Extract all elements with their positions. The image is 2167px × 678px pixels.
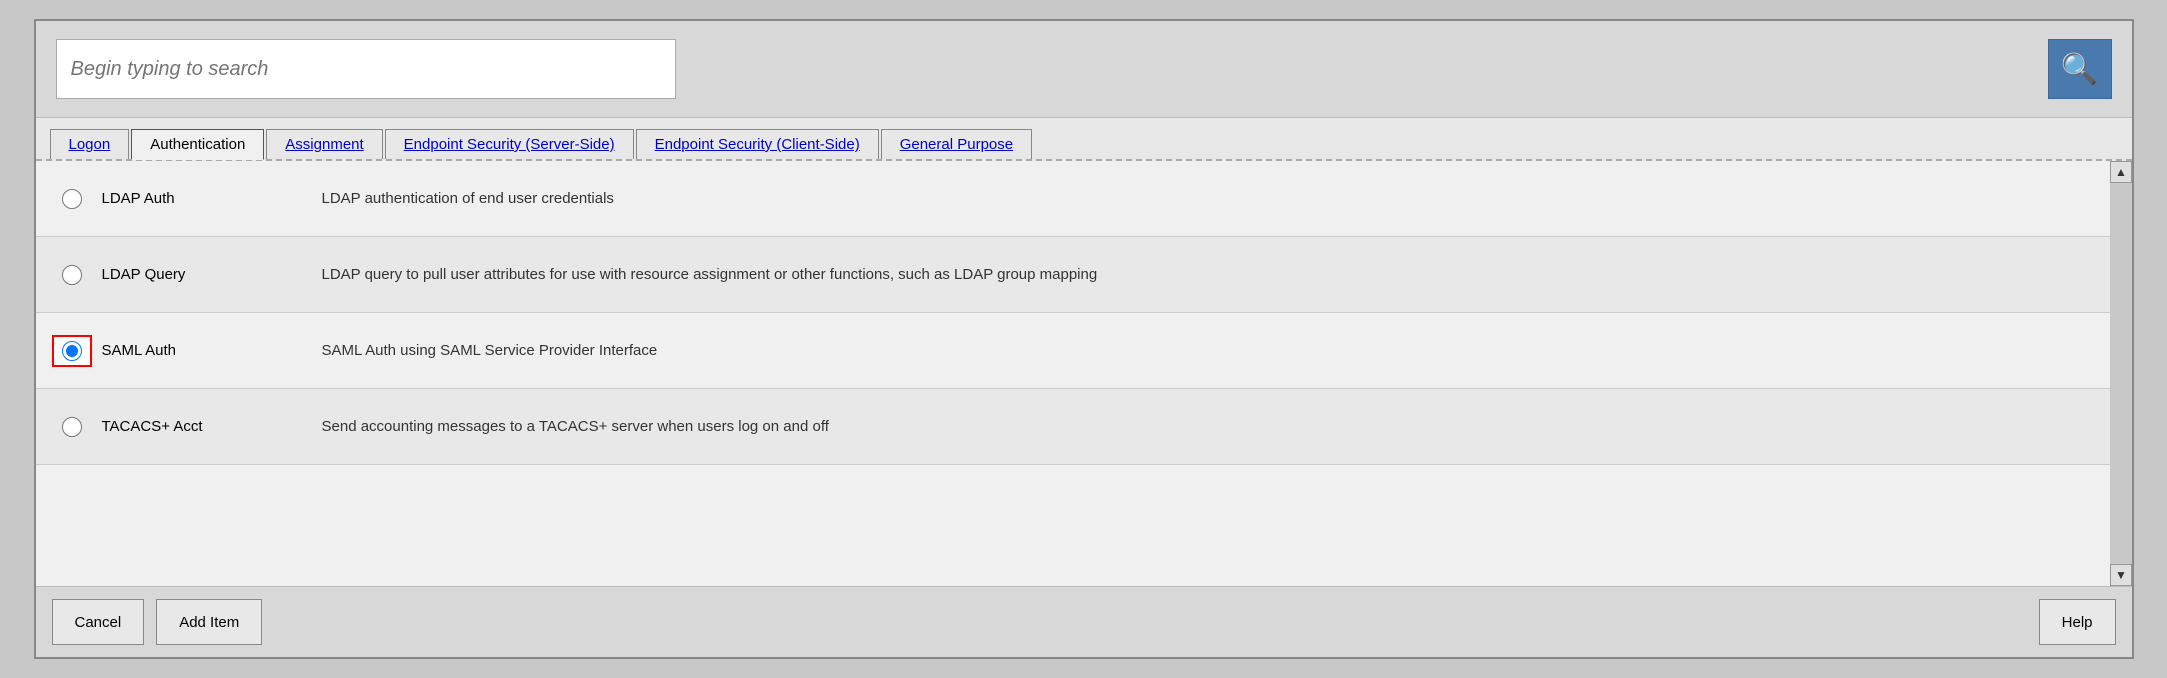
radio-saml-auth[interactable] (62, 341, 82, 361)
radio-ldap-auth[interactable] (62, 189, 82, 209)
dialog: 🔍 Logon Authentication Assignment Endpoi… (34, 19, 2134, 659)
tabs-area: Logon Authentication Assignment Endpoint… (36, 118, 2132, 161)
radio-wrapper-tacacs[interactable] (52, 417, 92, 437)
item-desc-saml-auth: SAML Auth using SAML Service Provider In… (292, 342, 2094, 359)
help-button[interactable]: Help (2039, 599, 2116, 645)
cancel-button[interactable]: Cancel (52, 599, 145, 645)
footer: Cancel Add Item Help (36, 586, 2132, 657)
radio-ldap-query[interactable] (62, 265, 82, 285)
item-name-saml-auth: SAML Auth (92, 342, 292, 359)
scrollbar: ▲ ▼ (2110, 161, 2132, 586)
item-name-tacacs: TACACS+ Acct (92, 418, 292, 435)
radio-wrapper-ldap-query[interactable] (52, 265, 92, 285)
add-item-button[interactable]: Add Item (156, 599, 262, 645)
item-desc-ldap-query: LDAP query to pull user attributes for u… (292, 266, 2094, 283)
table-row: LDAP Query LDAP query to pull user attri… (36, 237, 2110, 313)
item-desc-ldap-auth: LDAP authentication of end user credenti… (292, 190, 2094, 207)
item-desc-tacacs: Send accounting messages to a TACACS+ se… (292, 418, 2094, 435)
tab-logon[interactable]: Logon (50, 129, 130, 159)
search-button[interactable]: 🔍 (2048, 39, 2112, 99)
radio-wrapper-saml-auth[interactable] (52, 335, 92, 367)
tab-authentication[interactable]: Authentication (131, 129, 264, 160)
table-row: TACACS+ Acct Send accounting messages to… (36, 389, 2110, 465)
tab-endpoint-client[interactable]: Endpoint Security (Client-Side) (636, 129, 879, 159)
table-row-saml: SAML Auth SAML Auth using SAML Service P… (36, 313, 2110, 389)
arrow-down-icon: ▼ (2115, 568, 2127, 582)
scroll-track[interactable] (2110, 183, 2132, 564)
search-input[interactable] (56, 39, 676, 99)
outer-wrapper: 🔍 Logon Authentication Assignment Endpoi… (0, 0, 2167, 678)
item-name-ldap-query: LDAP Query (92, 266, 292, 283)
tab-endpoint-server[interactable]: Endpoint Security (Server-Side) (385, 129, 634, 159)
radio-tacacs[interactable] (62, 417, 82, 437)
radio-wrapper-ldap-auth[interactable] (52, 189, 92, 209)
search-area: 🔍 (36, 21, 2132, 118)
search-icon: 🔍 (2061, 52, 2098, 87)
arrow-up-icon: ▲ (2115, 165, 2127, 179)
content-area: LDAP Auth LDAP authentication of end use… (36, 161, 2132, 586)
tab-assignment[interactable]: Assignment (266, 129, 382, 159)
scroll-up-button[interactable]: ▲ (2110, 161, 2132, 183)
item-list: LDAP Auth LDAP authentication of end use… (36, 161, 2110, 586)
scroll-down-button[interactable]: ▼ (2110, 564, 2132, 586)
tab-general-purpose[interactable]: General Purpose (881, 129, 1032, 159)
table-row: LDAP Auth LDAP authentication of end use… (36, 161, 2110, 237)
item-name-ldap-auth: LDAP Auth (92, 190, 292, 207)
